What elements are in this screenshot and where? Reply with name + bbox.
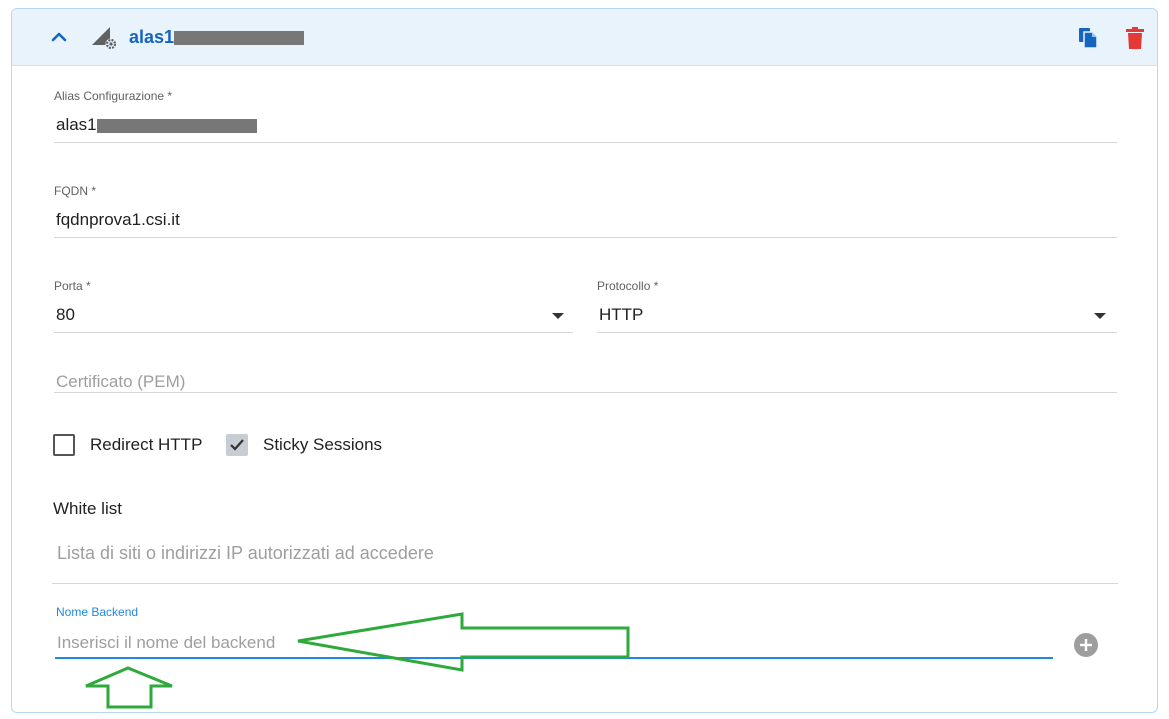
panel-title: alas1 (129, 26, 305, 48)
sticky-sessions-checkbox[interactable] (226, 434, 248, 456)
certificato-field[interactable]: Certificato (PEM) (54, 365, 1117, 393)
redirect-http-checkbox[interactable] (53, 434, 75, 456)
alias-label: Alias Configurazione * (54, 89, 173, 103)
alias-value[interactable]: alas1 (56, 115, 257, 135)
alias-field[interactable]: Alias Configurazione * alas1 (54, 87, 1117, 143)
certificato-underline (54, 392, 1117, 393)
protocollo-label: Protocollo * (597, 279, 659, 293)
panel-header[interactable]: alas1 (12, 9, 1157, 66)
alias-underline (54, 142, 1117, 143)
caret-down-icon[interactable] (552, 313, 564, 319)
fqdn-label: FQDN * (54, 184, 96, 198)
protocollo-value: HTTP (599, 305, 644, 324)
redacted-text (96, 118, 257, 133)
certificato-placeholder: Certificato (PEM) (56, 372, 186, 391)
panel-title-text: alas1 (129, 27, 175, 47)
white-list-underline (52, 583, 1118, 584)
white-list-title: White list (53, 499, 122, 518)
protocollo-select[interactable]: Protocollo * HTTP (597, 277, 1117, 333)
porta-label: Porta * (54, 279, 91, 293)
copy-icon[interactable] (1078, 27, 1098, 49)
nome-backend-label: Nome Backend (56, 605, 139, 619)
porta-select[interactable]: Porta * 80 (54, 277, 573, 333)
redirect-http-label[interactable]: Redirect HTTP (90, 435, 202, 455)
load-balancer-gear-icon (92, 27, 117, 50)
plus-circle-icon[interactable] (1074, 633, 1098, 657)
redacted-text (174, 31, 305, 46)
alias-config-panel: alas1 Alias Configurazione * alas1 FQDN … (11, 8, 1158, 713)
white-list-placeholder[interactable]: Lista di siti o indirizzi IP autorizzati… (57, 543, 434, 564)
sticky-sessions-label[interactable]: Sticky Sessions (263, 435, 382, 455)
chevron-up-icon[interactable] (50, 29, 68, 45)
nome-backend-input[interactable] (55, 629, 1053, 659)
porta-underline (54, 332, 573, 333)
porta-value: 80 (56, 305, 75, 324)
protocollo-underline (597, 332, 1117, 333)
fqdn-value[interactable]: fqdnprova1.csi.it (56, 210, 180, 230)
fqdn-underline (54, 237, 1117, 238)
trash-icon[interactable] (1126, 27, 1144, 49)
caret-down-icon[interactable] (1094, 313, 1106, 319)
fqdn-field[interactable]: FQDN * fqdnprova1.csi.it (54, 182, 1117, 238)
checkmark-icon (230, 439, 244, 451)
alias-value-text: alas1 (56, 115, 97, 134)
